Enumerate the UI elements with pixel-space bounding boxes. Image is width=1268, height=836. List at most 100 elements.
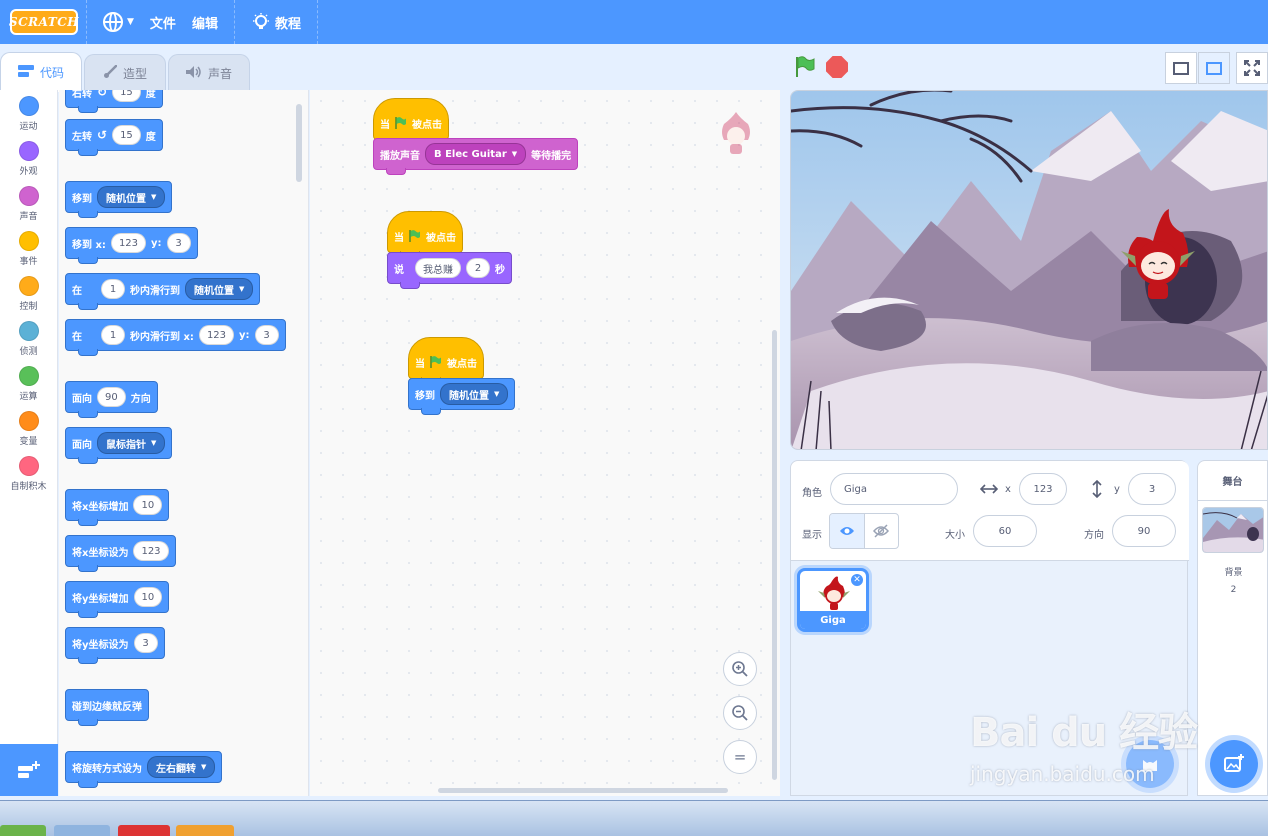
tab-costumes[interactable]: 造型 <box>84 54 166 92</box>
start-button[interactable] <box>0 825 46 836</box>
tutorials-menu[interactable]: 教程 <box>243 0 309 44</box>
block-glide-random[interactable]: 在 1 秒内滑行到 随机位置 ▼ <box>65 273 261 310</box>
taskbar-app[interactable] <box>54 825 110 836</box>
giga-thumbnail <box>818 576 850 610</box>
block-point-direction[interactable]: 面向 90 方向 <box>65 381 158 418</box>
block-text: 左转 <box>72 131 92 143</box>
language-menu[interactable]: ▼ <box>95 0 142 44</box>
category-variables[interactable]: 变量 <box>0 405 57 450</box>
zoom-in-button[interactable] <box>723 652 757 686</box>
block-dropdown[interactable]: B Elec Guitar ▼ <box>425 143 527 165</box>
hide-sprite-button[interactable] <box>865 514 899 548</box>
block-input[interactable]: 10 <box>133 587 163 607</box>
taskbar-app[interactable] <box>176 825 234 836</box>
delete-sprite-button[interactable]: ✕ <box>850 573 864 587</box>
block-set-x[interactable]: 将x坐标设为 123 <box>65 535 176 572</box>
taskbar-app[interactable] <box>118 825 170 836</box>
stop-button[interactable] <box>826 56 848 78</box>
block-set-y[interactable]: 将y坐标设为 3 <box>65 627 165 664</box>
block-goto-random[interactable]: 移到 随机位置 ▼ <box>408 378 516 415</box>
category-operators[interactable]: 运算 <box>0 360 57 405</box>
fullscreen-button[interactable] <box>1236 52 1268 84</box>
scratch-logo[interactable]: SCRATCH <box>9 9 79 35</box>
script-vscrollbar[interactable] <box>772 330 777 780</box>
block-glide-xy[interactable]: 在 1 秒内滑行到 x: 123 y: 3 <box>65 319 286 356</box>
hat-when-flag-clicked[interactable]: 当 被点击 <box>387 211 463 258</box>
zoom-in-icon <box>732 661 748 677</box>
block-input[interactable]: 我总赚 <box>415 258 461 278</box>
backdrop-label: 背景 <box>1224 568 1243 578</box>
sprite-name-input[interactable]: Giga <box>830 473 958 505</box>
block-input[interactable]: 1 <box>101 279 125 299</box>
chevron-down-icon: ▼ <box>127 17 134 27</box>
block-input[interactable]: 3 <box>166 233 191 253</box>
edit-menu[interactable]: 编辑 <box>184 0 226 44</box>
dropdown-arrow-icon: ▼ <box>494 390 500 398</box>
x-input[interactable]: 123 <box>1019 473 1067 505</box>
sprite-name-label: 角色 <box>802 488 822 499</box>
zoom-reset-button[interactable]: = <box>723 740 757 774</box>
block-say-for-secs[interactable]: 说 我总赚 2 秒 <box>387 252 512 289</box>
visibility-toggle <box>829 513 899 549</box>
add-extension-button[interactable] <box>0 744 58 796</box>
sprite-tile[interactable]: ✕ Giga <box>797 568 869 632</box>
block-turn-left[interactable]: 左转 ↺ 15 度 <box>65 119 163 156</box>
block-point-towards[interactable]: 面向 鼠标指针 ▼ <box>65 427 173 464</box>
stage-canvas[interactable] <box>790 90 1268 450</box>
watermark-main: Bai du 经验 <box>970 710 1198 756</box>
block-input[interactable]: 123 <box>133 541 169 561</box>
block-input[interactable]: 15 <box>112 125 141 145</box>
block-input[interactable]: 123 <box>198 325 235 345</box>
green-flag-button[interactable] <box>794 56 816 78</box>
block-dropdown[interactable]: 随机位置 ▼ <box>97 186 166 208</box>
block-change-y[interactable]: 将y坐标增加 10 <box>65 581 170 618</box>
category-looks[interactable]: 外观 <box>0 135 57 180</box>
block-input[interactable]: 3 <box>133 633 158 653</box>
category-events[interactable]: 事件 <box>0 225 57 270</box>
hat-when-flag-clicked[interactable]: 当 被点击 <box>373 98 449 145</box>
block-input[interactable]: 1 <box>101 325 125 345</box>
tab-code[interactable]: 代码 <box>0 52 82 92</box>
block-dropdown[interactable]: 随机位置 ▼ <box>185 278 254 300</box>
block-play-sound-until-done[interactable]: 播放声音 B Elec Guitar ▼ 等待播完 <box>373 138 579 175</box>
block-dropdown[interactable]: 鼠标指针 ▼ <box>97 432 166 454</box>
script-area[interactable]: 当 被点击 播放声音 B Elec Guitar ▼ 等待播完 当 被点击 说 我… <box>310 90 780 796</box>
block-input[interactable]: 123 <box>110 233 147 253</box>
normal-stage-button[interactable] <box>1198 52 1230 84</box>
green-flag-icon <box>430 356 441 368</box>
palette-scrollbar[interactable] <box>296 104 302 182</box>
file-menu[interactable]: 文件 <box>142 0 184 44</box>
choose-backdrop-button[interactable] <box>1210 740 1258 788</box>
block-input[interactable]: 90 <box>97 387 126 407</box>
show-sprite-button[interactable] <box>830 514 865 548</box>
menu-separator <box>233 0 235 44</box>
script-hscrollbar[interactable] <box>438 788 728 793</box>
block-bounce[interactable]: 碰到边缘就反弹 <box>65 689 149 726</box>
block-input[interactable]: 3 <box>254 325 279 345</box>
block-input[interactable]: 10 <box>133 495 163 515</box>
block-dropdown[interactable]: 随机位置 ▼ <box>440 383 509 405</box>
category-motion[interactable]: 运动 <box>0 90 57 135</box>
hat-when-flag-clicked[interactable]: 当 被点击 <box>408 337 484 384</box>
category-sound[interactable]: 声音 <box>0 180 57 225</box>
category-label: 运动 <box>19 122 38 132</box>
category-sensing[interactable]: 侦测 <box>0 315 57 360</box>
size-input[interactable]: 60 <box>973 515 1037 547</box>
category-my-blocks[interactable]: 自制积木 <box>0 450 57 495</box>
block-turn-right[interactable]: 右转 ↻ 15 度 <box>65 90 163 113</box>
block-text: 当 <box>394 232 404 244</box>
block-change-x[interactable]: 将x坐标增加 10 <box>65 489 170 526</box>
small-stage-button[interactable] <box>1165 52 1197 84</box>
y-input[interactable]: 3 <box>1128 473 1176 505</box>
block-goto-random[interactable]: 移到 随机位置 ▼ <box>65 181 173 218</box>
tab-sounds[interactable]: 声音 <box>168 54 250 92</box>
block-text: 碰到边缘就反弹 <box>72 701 142 713</box>
block-rotation-style[interactable]: 将旋转方式设为 左右翻转 ▼ <box>65 751 223 788</box>
block-goto-xy[interactable]: 移到 x: 123 y: 3 <box>65 227 198 264</box>
block-dropdown[interactable]: 左右翻转 ▼ <box>147 756 216 778</box>
zoom-out-button[interactable] <box>723 696 757 730</box>
direction-input[interactable]: 90 <box>1112 515 1176 547</box>
block-input[interactable]: 15 <box>112 90 141 102</box>
category-control[interactable]: 控制 <box>0 270 57 315</box>
block-input[interactable]: 2 <box>466 258 490 278</box>
